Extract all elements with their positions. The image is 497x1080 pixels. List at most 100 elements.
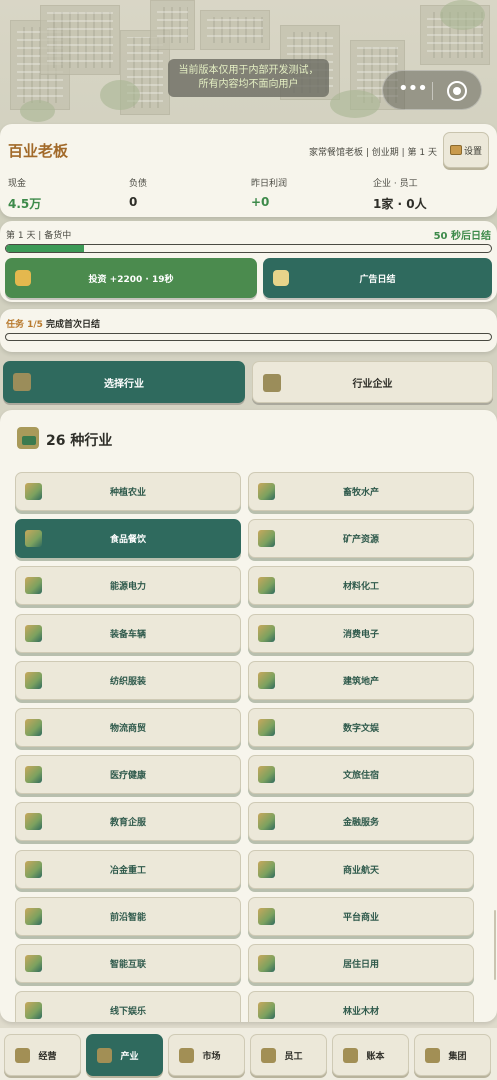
industry-label: 建筑地产 bbox=[342, 676, 379, 687]
settlement-countdown: 50 秒后日结 bbox=[433, 231, 491, 242]
industry-button[interactable]: 线下娱乐 bbox=[15, 991, 241, 1022]
day-progress-fill bbox=[6, 245, 84, 252]
industry-button[interactable]: 商业航天 bbox=[248, 849, 474, 889]
industry-item-icon bbox=[258, 671, 275, 689]
industry-label: 金融服务 bbox=[342, 818, 379, 829]
player-status: 家常餐馆老板 | 创业期 | 第 1 天 bbox=[309, 148, 437, 158]
industry-label: 物流商贸 bbox=[109, 724, 146, 734]
industry-label: 纺织服装 bbox=[109, 676, 146, 687]
ad-settle-button[interactable]: 广告日结 bbox=[263, 258, 492, 298]
industry-button[interactable]: 种植农业 bbox=[15, 472, 241, 511]
stat-value: 1家 · 0人 bbox=[373, 197, 427, 211]
industry-button[interactable]: 矿产资源 bbox=[248, 519, 474, 559]
industry-item-icon bbox=[258, 483, 275, 500]
nav-item[interactable]: 经营 bbox=[4, 1034, 81, 1076]
tab-label: 行业企业 bbox=[352, 378, 393, 390]
industry-item-icon bbox=[25, 907, 42, 925]
nav-label: 账本 bbox=[366, 1051, 385, 1062]
industry-button[interactable]: 消费电子 bbox=[248, 613, 474, 653]
industry-panel: 26 种行业 种植农业 畜牧水产 食品餐饮 矿产资源 能源电力 材料化工 装备车辆 消费电子纺… bbox=[0, 410, 497, 1022]
industry-button[interactable]: 冶金重工 bbox=[15, 849, 241, 889]
industry-button[interactable]: 畜牧水产 bbox=[248, 472, 474, 511]
industry-item-icon bbox=[258, 955, 275, 972]
stat-label: 负债 bbox=[129, 179, 148, 189]
industry-button[interactable]: 装备车辆 bbox=[15, 613, 241, 653]
industry-button[interactable]: 居住日用 bbox=[248, 944, 474, 983]
industry-label: 文旅住宿 bbox=[342, 771, 379, 782]
stat-value: +0 bbox=[251, 195, 270, 209]
industry-item-icon bbox=[25, 719, 42, 736]
stat-label: 企业 · 员工 bbox=[373, 179, 418, 189]
industry-button[interactable]: 平台商业 bbox=[248, 896, 474, 936]
staff-icon bbox=[261, 1048, 276, 1063]
industry-button[interactable]: 纺织服装 bbox=[15, 660, 241, 700]
nav-item[interactable]: 账本 bbox=[332, 1034, 409, 1076]
industry-button[interactable]: 前沿智能 bbox=[15, 896, 241, 936]
industry-label: 医疗健康 bbox=[109, 771, 146, 782]
stat-cash: 现金 4.5万 bbox=[8, 176, 41, 212]
industry-label: 前沿智能 bbox=[109, 912, 146, 923]
header-card: 百业老板 家常餐馆老板 | 创业期 | 第 1 天 设置 现金 4.5万 负债 … bbox=[0, 124, 497, 217]
industry-label: 居住日用 bbox=[342, 960, 379, 970]
nav-label: 市场 bbox=[202, 1051, 221, 1062]
industry-label: 智能互联 bbox=[109, 960, 146, 970]
tab-industry-companies[interactable]: 行业企业 bbox=[252, 361, 493, 403]
industry-item-icon bbox=[25, 671, 42, 689]
industry-label: 畜牧水产 bbox=[342, 488, 379, 498]
nav-label: 员工 bbox=[284, 1051, 303, 1062]
industry-button[interactable]: 金融服务 bbox=[248, 802, 474, 842]
industry-label: 矿产资源 bbox=[342, 535, 379, 546]
industry-item-icon bbox=[258, 813, 275, 831]
industry-button[interactable]: 材料化工 bbox=[248, 566, 474, 606]
task-card[interactable]: 任务 1/5 完成首次日结 bbox=[0, 309, 497, 352]
industry-label: 商业航天 bbox=[342, 865, 379, 876]
industry-button[interactable]: 林业木材 bbox=[248, 991, 474, 1022]
nav-item[interactable]: 员工 bbox=[250, 1034, 327, 1076]
industry-button[interactable]: 智能互联 bbox=[15, 944, 241, 983]
nav-item[interactable]: 产业 bbox=[86, 1034, 163, 1076]
industry-button[interactable]: 能源电力 bbox=[15, 566, 241, 606]
industry-item-icon bbox=[258, 530, 275, 548]
ledger-icon bbox=[343, 1048, 358, 1063]
industry-item-icon bbox=[25, 813, 42, 831]
business-icon bbox=[15, 1048, 30, 1063]
industry-button[interactable]: 文旅住宿 bbox=[248, 755, 474, 795]
industry-item-icon bbox=[25, 577, 42, 595]
industry-item-icon bbox=[25, 955, 42, 972]
industry-button[interactable]: 数字文娱 bbox=[248, 708, 474, 747]
close-icon[interactable] bbox=[447, 81, 467, 101]
industry-button[interactable]: 物流商贸 bbox=[15, 708, 241, 747]
invest-button[interactable]: 投资 +2200 · 19秒 bbox=[5, 258, 257, 298]
invest-label: 投资 +2200 · 19秒 bbox=[88, 274, 174, 285]
industry-item-icon bbox=[258, 1002, 275, 1020]
market-icon bbox=[179, 1048, 194, 1063]
industry-button[interactable]: 教育企服 bbox=[15, 802, 241, 842]
ad-money-icon bbox=[273, 270, 289, 286]
industry-button[interactable]: 医疗健康 bbox=[15, 755, 241, 795]
industry-label: 林业木材 bbox=[342, 1007, 379, 1018]
industry-label: 种植农业 bbox=[109, 488, 146, 498]
industry-label: 教育企服 bbox=[109, 818, 146, 829]
nav-item[interactable]: 集团 bbox=[414, 1034, 491, 1076]
nav-item[interactable]: 市场 bbox=[168, 1034, 245, 1076]
scrollbar[interactable] bbox=[494, 910, 496, 980]
industry-label: 装备车辆 bbox=[109, 629, 146, 640]
industry-icon bbox=[97, 1048, 112, 1063]
task-counter: 任务 1/5 bbox=[6, 320, 43, 330]
industry-button[interactable]: 建筑地产 bbox=[248, 660, 474, 700]
industry-button[interactable]: 食品餐饮 bbox=[15, 519, 241, 559]
stat-label: 现金 bbox=[8, 179, 27, 189]
company-icon bbox=[263, 374, 281, 392]
settings-button[interactable]: 设置 bbox=[443, 132, 489, 168]
industry-label: 能源电力 bbox=[109, 582, 146, 593]
ad-settle-label: 广告日结 bbox=[359, 274, 396, 285]
nav-label: 产业 bbox=[120, 1051, 139, 1062]
stat-value: 0 bbox=[129, 195, 138, 209]
tab-select-industry[interactable]: 选择行业 bbox=[3, 361, 245, 403]
industry-label: 消费电子 bbox=[342, 629, 379, 640]
stat-label: 昨日利润 bbox=[251, 179, 288, 189]
stat-debt: 负债 0 bbox=[129, 176, 147, 209]
more-icon[interactable]: ••• bbox=[398, 80, 428, 100]
day-status: 第 1 天 | 备货中 bbox=[6, 231, 72, 241]
task-progress-bar bbox=[5, 333, 492, 341]
